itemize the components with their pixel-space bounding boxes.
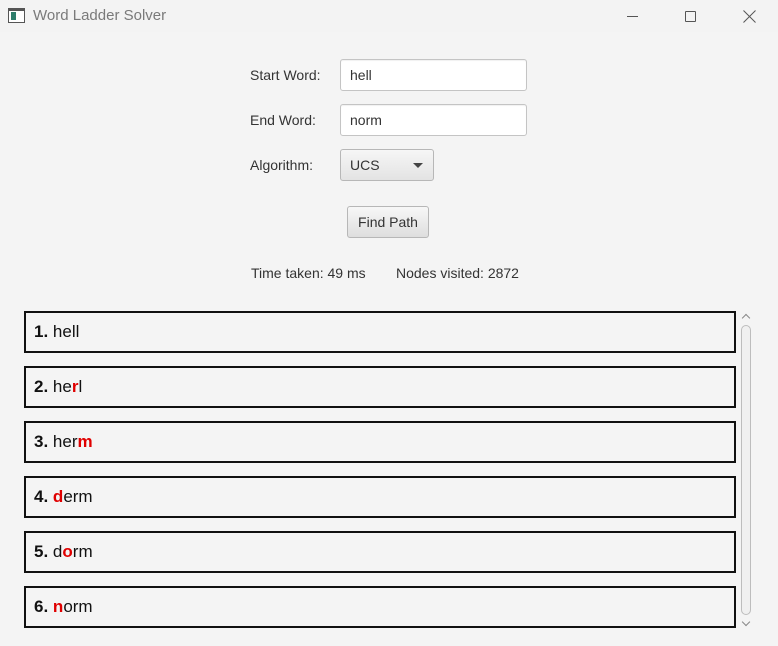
window-title: Word Ladder Solver [33, 7, 167, 24]
step-word-suffix: rm [72, 542, 93, 561]
dropdown-arrow-icon [413, 163, 423, 168]
step-word-prefix: her [52, 432, 78, 451]
step-word-suffix: l [78, 377, 83, 396]
step-number: 1. [34, 322, 49, 341]
end-word-input[interactable] [340, 104, 527, 136]
algorithm-label: Algorithm: [250, 157, 314, 173]
path-step: 5. dorm [24, 531, 736, 573]
path-step: 4. derm [24, 476, 736, 518]
path-step: 2. herl [24, 366, 736, 408]
step-word-prefix: d [52, 542, 63, 561]
step-number: 4. [34, 487, 49, 506]
path-step: 3. herm [24, 421, 736, 463]
step-number: 2. [34, 377, 49, 396]
step-word-prefix: he [52, 377, 72, 396]
step-number: 3. [34, 432, 49, 451]
time-taken-text: Time taken: 49 ms [251, 265, 366, 281]
scroll-down-icon[interactable] [741, 619, 751, 629]
scroll-up-icon[interactable] [741, 311, 751, 321]
app-icon [8, 8, 25, 23]
step-changed-letter: o [62, 542, 73, 561]
close-icon [743, 10, 756, 23]
minimize-button[interactable] [609, 0, 655, 32]
nodes-visited-text: Nodes visited: 2872 [396, 265, 519, 281]
step-number: 6. [34, 597, 49, 616]
end-word-label: End Word: [250, 112, 316, 128]
step-word-suffix: erm [63, 487, 93, 506]
maximize-button[interactable] [667, 0, 713, 32]
start-word-label: Start Word: [250, 67, 321, 83]
minimize-icon [626, 15, 638, 17]
step-changed-letter: d [52, 487, 64, 506]
step-changed-letter: n [52, 597, 64, 616]
path-step: 1. hell [24, 311, 736, 353]
close-button[interactable] [726, 0, 772, 32]
path-list[interactable]: 1. hell 2. herl 3. herm 4. derm 5. dorm … [22, 309, 754, 631]
path-step: 6. norm [24, 586, 736, 628]
step-number: 5. [34, 542, 49, 561]
step-word-suffix: orm [63, 597, 93, 616]
step-word-prefix: hell [52, 322, 80, 341]
step-changed-letter: m [77, 432, 93, 451]
algorithm-select[interactable]: UCS [340, 149, 434, 181]
find-path-button[interactable]: Find Path [347, 206, 429, 238]
algorithm-selected-value: UCS [350, 157, 380, 173]
start-word-input[interactable] [340, 59, 527, 91]
scroll-thumb[interactable] [741, 325, 751, 615]
vertical-scrollbar[interactable] [738, 309, 754, 631]
title-bar: Word Ladder Solver [0, 0, 778, 32]
maximize-icon [684, 10, 696, 22]
